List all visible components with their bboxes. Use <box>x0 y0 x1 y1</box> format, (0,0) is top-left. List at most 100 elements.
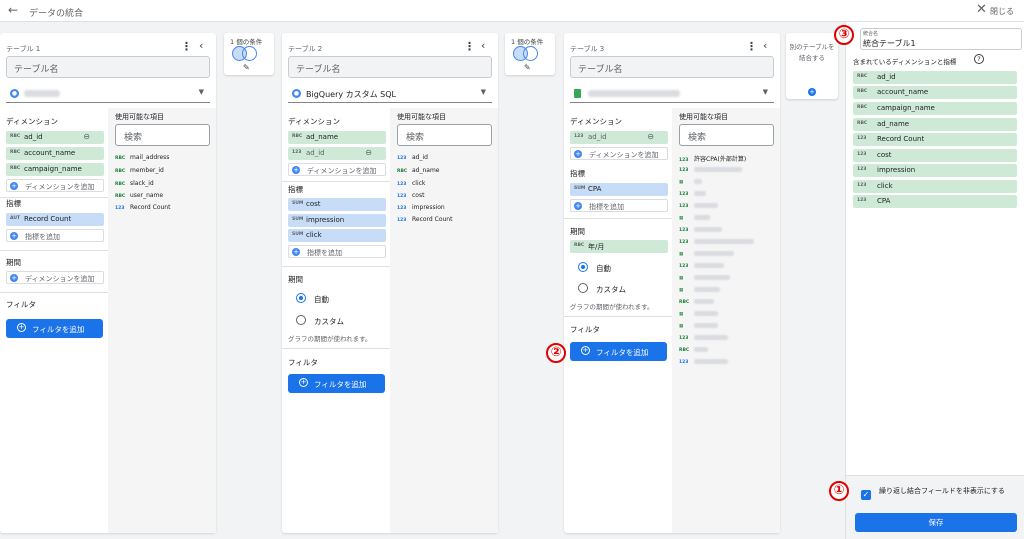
link-icon: ⊖ <box>647 132 654 141</box>
more-vert-icon[interactable]: ⋮ <box>464 40 475 53</box>
plus-icon: + <box>10 182 18 190</box>
field-item-blurred[interactable]: 123 <box>679 190 706 197</box>
chevron-left-icon[interactable]: ‹ <box>481 39 485 52</box>
field-item-blurred[interactable]: 123 <box>679 202 718 209</box>
dimension-chip[interactable]: RBC ad_name <box>288 131 386 144</box>
data-source-name <box>588 90 680 97</box>
field-item[interactable]: 123 impression <box>397 204 445 211</box>
help-icon[interactable]: ? <box>974 54 984 64</box>
field-item[interactable]: RBC ad_name <box>397 167 440 174</box>
edit-pencil-icon[interactable]: ✎ <box>524 63 531 72</box>
add-filter-button[interactable]: + フィルタを追加 <box>570 342 667 361</box>
dimension-heading: ディメンション <box>6 117 58 126</box>
dimension-chip[interactable]: RBC account_name <box>6 147 104 160</box>
field-item-blurred[interactable]: RBC <box>679 298 714 305</box>
included-field-chip: RBC ad_name <box>853 118 1017 131</box>
data-source-select[interactable]: ▼ <box>570 84 774 103</box>
field-item-blurred[interactable]: ▦ <box>679 310 718 317</box>
blend-name-label: 統合名 <box>863 31 879 37</box>
add-filter-button[interactable]: + フィルタを追加 <box>288 374 385 393</box>
radio-custom[interactable] <box>578 283 588 293</box>
radio-auto[interactable] <box>296 293 306 303</box>
field-item-blurred[interactable]: 123 <box>679 358 728 365</box>
field-item[interactable]: RBC slack_id <box>115 180 154 187</box>
data-source-select[interactable]: ● BigQuery カスタム SQL ▼ <box>288 84 492 103</box>
field-item-blurred[interactable]: ▦ <box>679 286 720 293</box>
included-field-chip: 123 impression <box>853 164 1017 177</box>
save-button[interactable]: 保存 <box>855 513 1017 532</box>
field-item-blurred[interactable]: 123 <box>679 238 754 245</box>
table-name-input[interactable]: テーブル名 <box>288 56 492 78</box>
radio-auto[interactable] <box>578 262 588 272</box>
add-metric-button[interactable]: + 指標を追加 <box>570 199 668 212</box>
add-dimension-button[interactable]: + ディメンションを追加 <box>570 147 668 160</box>
blend-name-value: 統合テーブル1 <box>863 39 916 48</box>
field-item-blurred[interactable]: ▦ <box>679 322 718 329</box>
radio-auto-label: 自動 <box>596 264 611 273</box>
field-item-blurred[interactable]: 123 <box>679 226 722 233</box>
add-period-dimension-button[interactable]: + ディメンションを追加 <box>6 271 104 284</box>
metric-chip[interactable]: SUM cost <box>288 198 386 211</box>
blend-name-field[interactable]: 統合名 統合テーブル1 <box>860 28 1022 50</box>
metric-chip[interactable]: SUM click <box>288 229 386 242</box>
field-item[interactable]: 123 cost <box>397 192 424 199</box>
dimension-chip[interactable]: 123 ad_id ⊖ <box>570 131 668 144</box>
field-item-blurred[interactable]: ▦ <box>679 274 730 281</box>
field-item-blurred[interactable]: ▦ <box>679 178 702 185</box>
field-search-input[interactable]: 検索 <box>115 124 210 146</box>
plus-icon: + <box>17 323 26 332</box>
plus-icon: + <box>10 232 18 240</box>
chevron-left-icon[interactable]: ‹ <box>199 39 203 52</box>
field-item-blurred[interactable]: ▦ <box>679 214 710 221</box>
add-metric-button[interactable]: + 指標を追加 <box>288 245 386 258</box>
add-filter-button[interactable]: + フィルタを追加 <box>6 319 103 338</box>
field-item[interactable]: 123 許容CPA(外部計算) <box>679 154 746 163</box>
field-search-input[interactable]: 検索 <box>679 124 774 146</box>
field-item[interactable]: 123 click <box>397 180 425 187</box>
metric-chip[interactable]: AUT Record Count <box>6 213 104 226</box>
radio-custom[interactable] <box>296 315 306 325</box>
back-arrow-icon[interactable]: ← <box>8 3 18 17</box>
field-item[interactable]: 123 Record Count <box>115 204 170 211</box>
dimension-heading: ディメンション <box>570 117 622 126</box>
field-item[interactable]: RBC mail_address <box>115 154 169 161</box>
add-dimension-button[interactable]: + ディメンションを追加 <box>288 163 386 176</box>
metric-chip[interactable]: SUM impression <box>288 214 386 227</box>
period-note: グラフの期間が使われます。 <box>570 303 654 311</box>
field-item-blurred[interactable]: 123 <box>679 262 724 269</box>
close-icon[interactable]: ✕ <box>976 2 987 17</box>
data-source-select[interactable]: ● ▼ <box>6 84 210 103</box>
hide-repeated-fields-checkbox[interactable]: ✓ <box>861 490 871 500</box>
field-item[interactable]: 123 Record Count <box>397 216 452 223</box>
more-vert-icon[interactable]: ⋮ <box>181 40 192 53</box>
dimension-chip[interactable]: 123 ad_id ⊖ <box>288 147 386 160</box>
join-condition-2[interactable]: 1 個の条件 ✎ <box>505 33 555 75</box>
field-item[interactable]: 123 ad_id <box>397 154 428 161</box>
table-name-input[interactable]: テーブル名 <box>570 56 774 78</box>
close-button[interactable]: 閉じる <box>990 6 1014 17</box>
field-item[interactable]: RBC user_name <box>115 192 163 199</box>
more-vert-icon[interactable]: ⋮ <box>746 40 757 53</box>
field-item-blurred[interactable]: RBC <box>679 346 708 353</box>
chevron-left-icon[interactable]: ‹ <box>763 39 767 52</box>
field-item[interactable]: RBC member_id <box>115 167 164 174</box>
add-another-table-button[interactable]: 別のテーブルを結合する + <box>786 33 838 99</box>
field-search-input[interactable]: 検索 <box>397 124 492 146</box>
add-dimension-button[interactable]: + ディメンションを追加 <box>6 179 104 192</box>
metric-chip[interactable]: SUM CPA <box>570 183 668 196</box>
data-source-name: BigQuery カスタム SQL <box>306 90 397 99</box>
field-item-blurred[interactable]: 123 <box>679 334 728 341</box>
dropdown-arrow-icon: ▼ <box>198 88 204 96</box>
add-metric-button[interactable]: + 指標を追加 <box>6 229 104 242</box>
join-condition-1[interactable]: 1 個の条件 ✎ <box>224 33 274 75</box>
dimension-chip[interactable]: RBC campaign_name <box>6 163 104 176</box>
period-chip[interactable]: RBC 年/月 <box>570 240 668 253</box>
table-name-input[interactable]: テーブル名 <box>6 56 210 78</box>
dimension-chip[interactable]: RBC ad_id ⊖ <box>6 131 104 144</box>
field-item-blurred[interactable]: ▦ <box>679 250 734 257</box>
edit-pencil-icon[interactable]: ✎ <box>243 63 250 72</box>
divider <box>282 266 390 267</box>
blend-settings-panel: 統合名 統合テーブル1 含まれているディメンションと指標 ? RBC ad_id … <box>845 22 1024 539</box>
field-item-blurred[interactable]: 123 <box>679 166 742 173</box>
available-fields-column: 使用可能な項目 検索 123 許容CPA(外部計算) 123 ▦ 123 123 … <box>672 108 780 533</box>
